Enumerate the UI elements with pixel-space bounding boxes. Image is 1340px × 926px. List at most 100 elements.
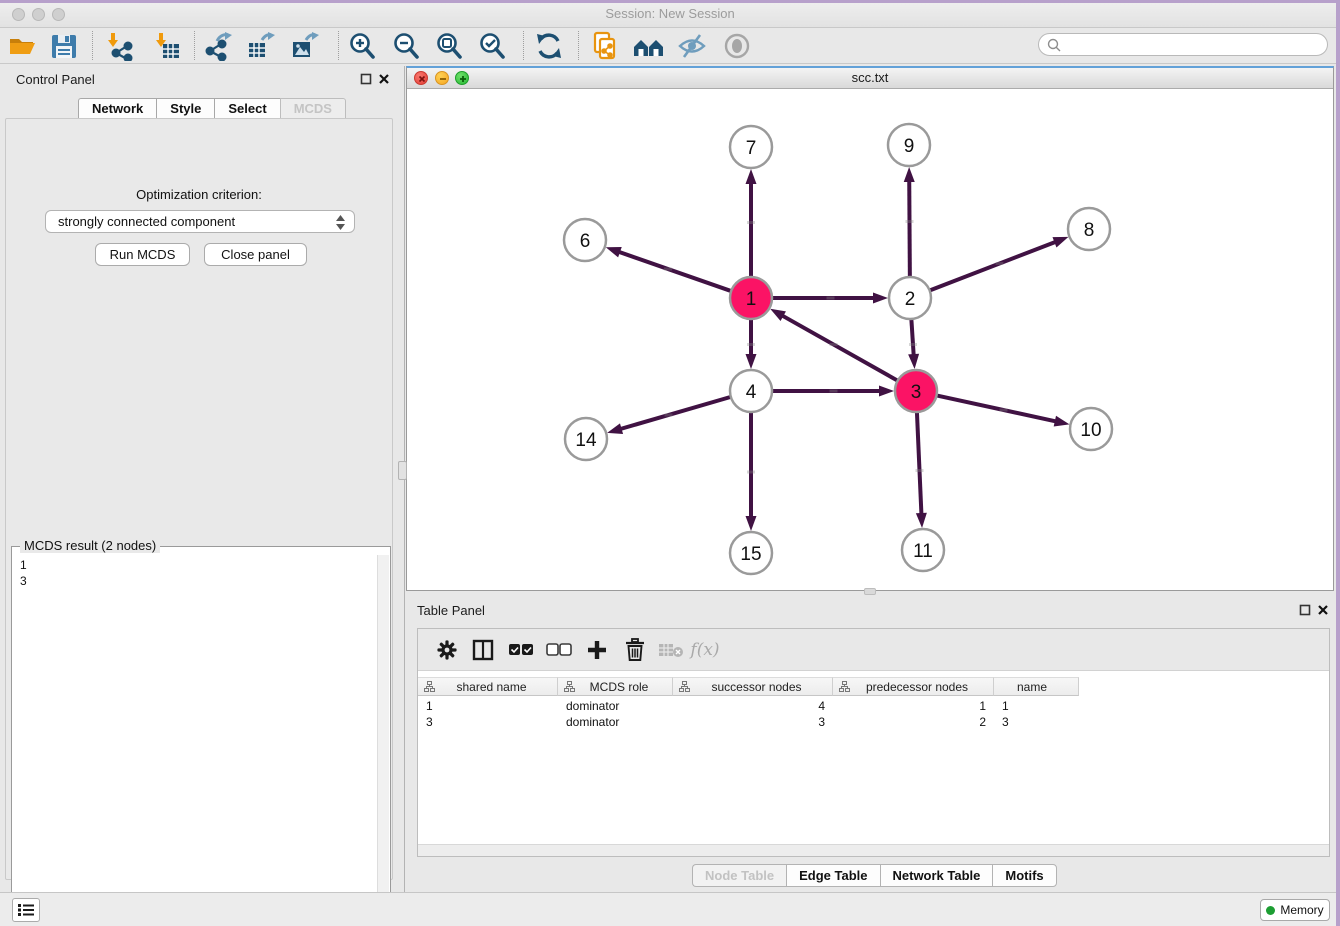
memory-button[interactable]: Memory (1260, 899, 1330, 921)
delete-column-trash-icon[interactable] (620, 635, 650, 665)
column-header-successor-nodes[interactable]: successor nodes (673, 677, 833, 696)
graph-edge-2-3[interactable] (908, 319, 919, 369)
graph-edge-4-15[interactable] (746, 412, 757, 531)
graph-node-14[interactable]: 14 (565, 418, 607, 460)
graph-node-15[interactable]: 15 (730, 532, 772, 574)
window-frame-right (1336, 0, 1340, 926)
tab-motifs[interactable]: Motifs (992, 864, 1056, 887)
select-all-rows-icon[interactable] (506, 635, 536, 665)
node-label: 3 (911, 382, 922, 403)
toolbar-separator (523, 31, 524, 60)
network-window-title: scc.txt (407, 68, 1333, 88)
hide-selected-icon[interactable] (675, 29, 709, 63)
tab-select[interactable]: Select (214, 98, 279, 119)
close-panel-button[interactable]: Close panel (204, 243, 307, 266)
window-minimize-button[interactable] (32, 8, 45, 21)
tab-node-table[interactable]: Node Table (692, 864, 786, 887)
window-zoom-button[interactable] (52, 8, 65, 21)
table-settings-gear-icon[interactable] (432, 635, 462, 665)
network-minimize-icon[interactable] (435, 71, 449, 85)
close-table-panel-icon[interactable] (1317, 604, 1329, 616)
table-row[interactable]: 3 dominator 3 2 3 (418, 714, 1079, 730)
run-mcds-button[interactable]: Run MCDS (95, 243, 190, 266)
network-window-titlebar[interactable]: scc.txt (407, 68, 1333, 89)
search-input[interactable] (1062, 36, 1327, 54)
tab-edge-table[interactable]: Edge Table (786, 864, 879, 887)
column-header-mcds-role[interactable]: MCDS role (558, 677, 673, 696)
graph-edge-2-8[interactable] (930, 237, 1069, 291)
network-window: scc.txt 7 9 6 8 1 2 4 3 14 10 15 11 (406, 66, 1334, 591)
column-header-name[interactable]: name (994, 677, 1079, 696)
graph-node-4[interactable]: 4 (730, 370, 772, 412)
cell-mcds-role: dominator (558, 698, 673, 714)
graph-edge-1-7[interactable] (746, 169, 757, 277)
zoom-selected-icon[interactable] (475, 29, 509, 63)
tab-network-table[interactable]: Network Table (880, 864, 993, 887)
graph-edge-3-1[interactable] (770, 309, 898, 381)
graph-edge-1-6[interactable] (606, 247, 731, 291)
network-maximize-icon[interactable] (455, 71, 469, 85)
network-canvas[interactable]: 7 9 6 8 1 2 4 3 14 10 15 11 (407, 89, 1333, 590)
graph-edge-1-4[interactable] (746, 319, 757, 369)
graph-edge-3-11[interactable] (916, 412, 927, 528)
function-builder-icon: f(x) (690, 635, 720, 665)
graph-edge-4-3[interactable] (772, 386, 894, 397)
graph-node-10[interactable]: 10 (1070, 408, 1112, 450)
show-all-icon[interactable] (720, 29, 754, 63)
mcds-result-scrollbar[interactable] (377, 555, 389, 921)
select-stepper-icon (335, 214, 346, 231)
edge-label (747, 221, 755, 224)
graph-node-2[interactable]: 2 (889, 277, 931, 319)
zoom-out-icon[interactable] (389, 29, 423, 63)
edge-label (747, 343, 755, 346)
open-session-icon[interactable] (5, 29, 39, 63)
graph-edge-4-14[interactable] (607, 397, 731, 434)
tab-network[interactable]: Network (78, 98, 156, 119)
show-columns-icon[interactable] (468, 635, 498, 665)
export-table-icon[interactable] (244, 29, 278, 63)
column-header-predecessor-nodes[interactable]: predecessor nodes (833, 677, 994, 696)
memory-label: Memory (1280, 903, 1323, 917)
import-table-icon[interactable] (149, 29, 183, 63)
zoom-in-icon[interactable] (345, 29, 379, 63)
graph-edge-1-2[interactable] (772, 293, 888, 304)
node-label: 9 (904, 136, 915, 157)
network-close-icon[interactable] (414, 71, 428, 85)
add-column-icon[interactable] (582, 635, 612, 665)
graph-node-8[interactable]: 8 (1068, 208, 1110, 250)
tab-style[interactable]: Style (156, 98, 214, 119)
save-session-icon[interactable] (47, 29, 81, 63)
close-panel-icon[interactable] (378, 73, 390, 85)
graph-edge-3-10[interactable] (937, 395, 1070, 426)
horizontal-splitter-handle[interactable] (864, 588, 876, 595)
task-history-button[interactable] (12, 898, 40, 922)
mcds-result-list[interactable]: 1 3 (13, 555, 377, 921)
mcds-result-title: MCDS result (2 nodes) (20, 538, 160, 553)
refresh-layout-icon[interactable] (532, 29, 566, 63)
import-network-icon[interactable] (101, 29, 135, 63)
float-table-panel-icon[interactable] (1299, 604, 1311, 616)
graph-node-6[interactable]: 6 (564, 219, 606, 261)
graph-node-3[interactable]: 3 (895, 370, 937, 412)
graph-node-9[interactable]: 9 (888, 124, 930, 166)
export-network-icon[interactable] (201, 29, 235, 63)
tab-mcds[interactable]: MCDS (280, 98, 346, 119)
table-horizontal-scrollbar[interactable] (418, 844, 1329, 856)
export-image-icon[interactable] (288, 29, 322, 63)
deselect-all-rows-icon[interactable] (544, 635, 574, 665)
graph-node-11[interactable]: 11 (902, 529, 944, 571)
first-neighbors-icon[interactable] (632, 29, 666, 63)
new-network-from-selection-icon[interactable] (588, 29, 622, 63)
graph-node-7[interactable]: 7 (730, 126, 772, 168)
table-row[interactable]: 1 dominator 4 1 1 (418, 698, 1079, 714)
search-box[interactable] (1038, 33, 1328, 56)
cell-name: 3 (994, 714, 1079, 730)
column-header-shared-name[interactable]: shared name (418, 677, 558, 696)
window-close-button[interactable] (12, 8, 25, 21)
vertical-splitter-handle[interactable] (398, 461, 407, 480)
graph-edge-2-9[interactable] (904, 167, 915, 277)
optimization-criterion-select[interactable]: strongly connected component (45, 210, 355, 233)
zoom-fit-icon[interactable] (432, 29, 466, 63)
float-panel-icon[interactable] (360, 73, 372, 85)
graph-node-1[interactable]: 1 (730, 277, 772, 319)
